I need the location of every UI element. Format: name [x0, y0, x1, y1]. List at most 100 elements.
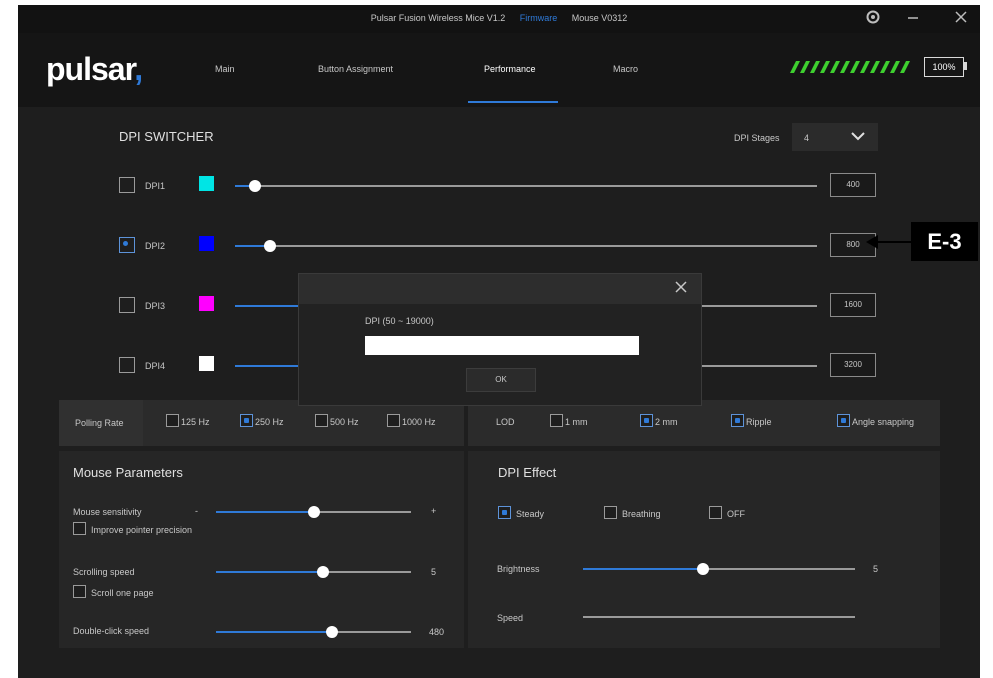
scrolling-speed-label: Scrolling speed [73, 567, 135, 577]
ok-button[interactable]: OK [466, 368, 536, 392]
brightness-label: Brightness [497, 564, 540, 574]
brightness-value: 5 [873, 564, 879, 574]
dpi-stages-dropdown[interactable]: 4 [792, 123, 878, 151]
pulsar-logo: pulsar, [46, 51, 143, 87]
scrolling-speed-slider[interactable] [216, 571, 411, 573]
dpi3-checkbox[interactable] [119, 297, 135, 313]
dpi2-slider[interactable] [235, 245, 817, 247]
minimize-icon[interactable] [906, 10, 920, 27]
scrolling-speed-handle[interactable] [317, 566, 329, 578]
pointer-precision-label: Improve pointer precision [91, 525, 193, 535]
polling-250-checkbox[interactable] [240, 414, 253, 427]
polling-1000-checkbox[interactable] [387, 414, 400, 427]
dpi-effect-title: DPI Effect [498, 465, 557, 480]
dpi4-value[interactable]: 3200 [830, 353, 876, 377]
double-click-speed-value: 480 [429, 627, 445, 637]
tab-button-assignment[interactable]: Button Assignment [318, 64, 393, 74]
annotation-label: E-3 [911, 222, 978, 261]
dpi3-color-swatch[interactable] [199, 296, 214, 311]
mouse-parameters-panel: Mouse Parameters Mouse sensitivity - + I… [59, 451, 464, 648]
close-icon[interactable] [954, 10, 968, 27]
steady-label: Steady [516, 509, 545, 519]
dpi-range-label: DPI (50 ~ 19000) [365, 316, 434, 326]
mouse-sensitivity-label: Mouse sensitivity [73, 507, 142, 517]
settings-icon[interactable] [866, 10, 880, 27]
mouse-version: Mouse V0312 [571, 13, 628, 23]
off-checkbox[interactable] [709, 506, 722, 519]
dpi2-slider-handle[interactable] [264, 240, 276, 252]
polling-1000-label: 1000 Hz [402, 417, 436, 427]
scroll-one-page-checkbox[interactable] [73, 585, 86, 598]
tab-performance[interactable]: Performance [484, 64, 536, 74]
app-window: Pulsar Fusion Wireless Mice V1.2 Firmwar… [18, 5, 980, 678]
double-click-speed-slider[interactable] [216, 631, 411, 633]
dpi4-color-swatch[interactable] [199, 356, 214, 371]
polling-500-checkbox[interactable] [315, 414, 328, 427]
dpi3-value[interactable]: 1600 [830, 293, 876, 317]
dpi1-slider-handle[interactable] [249, 180, 261, 192]
firmware-link[interactable]: Firmware [520, 13, 558, 23]
dpi1-checkbox[interactable] [119, 177, 135, 193]
chevron-down-icon [850, 129, 866, 148]
speed-label: Speed [497, 613, 524, 623]
sensitivity-plus[interactable]: + [431, 506, 436, 516]
dpi-value-input[interactable] [365, 336, 639, 355]
dpi3-label: DPI3 [145, 301, 166, 311]
tab-main[interactable]: Main [215, 64, 235, 74]
pointer-precision-checkbox[interactable] [73, 522, 86, 535]
brightness-slider[interactable] [583, 568, 855, 570]
steady-checkbox[interactable] [498, 506, 511, 519]
app-title: Pulsar Fusion Wireless Mice V1.2 [370, 13, 506, 23]
angle-snapping-checkbox[interactable] [837, 414, 850, 427]
scroll-one-page-label: Scroll one page [91, 588, 154, 598]
dpi2-label: DPI2 [145, 241, 166, 251]
dpi1-value[interactable]: 400 [830, 173, 876, 197]
sensitivity-minus[interactable]: - [195, 506, 198, 516]
polling-rate-label: Polling Rate [75, 418, 124, 428]
title-text: Pulsar Fusion Wireless Mice V1.2 Firmwar… [18, 13, 980, 23]
dpi4-label: DPI4 [145, 361, 166, 371]
dpi-effect-panel: DPI Effect Steady Breathing OFF Brightne… [468, 451, 940, 648]
dpi1-label: DPI1 [145, 181, 166, 191]
dpi-switcher-title: DPI SWITCHER [119, 129, 214, 144]
lod-label: LOD [496, 417, 515, 427]
lod-2mm-checkbox[interactable] [640, 414, 653, 427]
dialog-header [299, 274, 701, 304]
active-tab-indicator [468, 101, 558, 103]
off-label: OFF [727, 509, 745, 519]
polling-500-label: 500 Hz [330, 417, 359, 427]
tab-macro[interactable]: Macro [613, 64, 638, 74]
dpi-stages-value: 4 [804, 133, 810, 143]
ripple-label: Ripple [746, 417, 772, 427]
dpi2-checkbox[interactable] [119, 237, 135, 253]
breathing-checkbox[interactable] [604, 506, 617, 519]
dpi-input-dialog: DPI (50 ~ 19000) OK [298, 273, 702, 406]
double-click-speed-label: Double-click speed [73, 626, 150, 636]
dialog-close-icon[interactable] [675, 280, 687, 298]
dpi1-slider[interactable] [235, 185, 817, 187]
polling-125-checkbox[interactable] [166, 414, 179, 427]
battery-level-bars [790, 61, 910, 73]
breathing-label: Breathing [622, 509, 661, 519]
mouse-sensitivity-handle[interactable] [308, 506, 320, 518]
lod-1mm-checkbox[interactable] [550, 414, 563, 427]
battery-indicator: 100% [924, 57, 964, 77]
mouse-parameters-title: Mouse Parameters [73, 465, 183, 480]
polling-250-label: 250 Hz [255, 417, 284, 427]
brightness-handle[interactable] [697, 563, 709, 575]
double-click-speed-handle[interactable] [326, 626, 338, 638]
dpi4-checkbox[interactable] [119, 357, 135, 373]
ripple-checkbox[interactable] [731, 414, 744, 427]
battery-tip [964, 62, 967, 70]
dpi2-color-swatch[interactable] [199, 236, 214, 251]
lod-2mm-label: 2 mm [655, 417, 678, 427]
dpi1-color-swatch[interactable] [199, 176, 214, 191]
dpi-stages-label: DPI Stages [734, 133, 780, 143]
annotation-arrow-line [876, 241, 911, 243]
nav-bar: pulsar, Main Button Assignment Performan… [18, 33, 980, 107]
speed-slider[interactable] [583, 616, 855, 618]
lod-1mm-label: 1 mm [565, 417, 588, 427]
polling-125-label: 125 Hz [181, 417, 210, 427]
title-bar: Pulsar Fusion Wireless Mice V1.2 Firmwar… [18, 5, 980, 33]
scrolling-speed-value: 5 [431, 567, 437, 577]
